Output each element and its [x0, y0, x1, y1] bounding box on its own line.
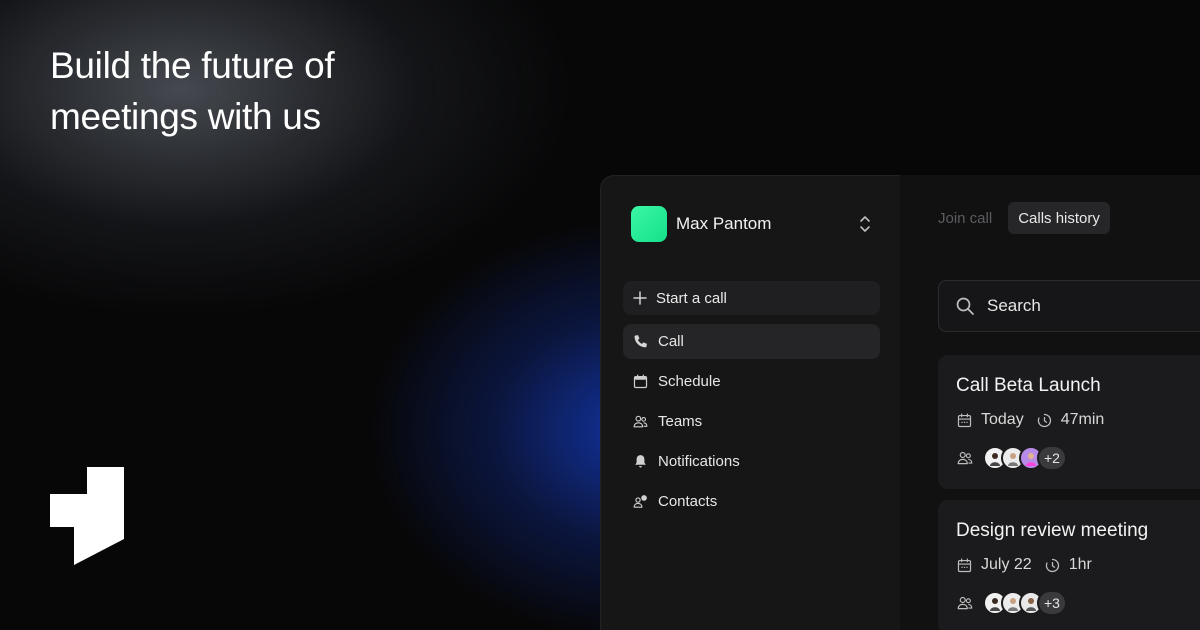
account-switcher[interactable]: Max Pantom — [631, 206, 871, 242]
account-avatar — [631, 206, 667, 242]
sidebar-item-contacts[interactable]: Contacts — [623, 484, 880, 519]
call-date: Today — [981, 411, 1024, 428]
sidebar-nav: Call Schedule Teams Notifications Contac… — [623, 324, 880, 519]
call-title: Call Beta Launch — [956, 375, 1101, 396]
sidebar-item-call[interactable]: Call — [623, 324, 880, 359]
call-meta: Today 47min — [956, 411, 1104, 429]
calendar-icon — [633, 374, 648, 389]
search-input[interactable] — [987, 296, 1187, 316]
chevron-updown-icon[interactable] — [859, 215, 871, 233]
bell-icon — [635, 455, 646, 468]
call-date: July 22 — [981, 556, 1032, 573]
call-meta: July 22 1hr — [956, 556, 1092, 574]
sidebar-item-label: Contacts — [658, 493, 718, 510]
more-participants-badge[interactable]: +3 — [1037, 590, 1067, 616]
main-panel: Join call Calls history Call Beta Launch… — [900, 175, 1200, 630]
sidebar: Max Pantom Start a call Call Schedule Te… — [600, 175, 900, 630]
start-call-label: Start a call — [656, 289, 727, 307]
more-participants-badge[interactable]: +2 — [1037, 445, 1067, 471]
call-title: Design review meeting — [956, 520, 1149, 541]
users-icon — [957, 451, 973, 465]
tab-bar: Join call Calls history — [938, 202, 1110, 234]
call-card[interactable]: Design review meeting July 22 1hr +3 — [938, 500, 1200, 630]
brand-logo-icon — [50, 467, 124, 565]
calendar-icon — [957, 413, 972, 427]
users-icon — [957, 596, 973, 610]
sidebar-item-label: Call — [658, 333, 684, 350]
hero-headline: Build the future of meetings with us — [50, 40, 470, 142]
hero-headline-line2: meetings with us — [50, 96, 321, 137]
hero-headline-line1: Build the future of — [50, 45, 335, 86]
search-box[interactable] — [938, 280, 1200, 332]
participants: +2 — [956, 445, 1067, 471]
sidebar-item-label: Notifications — [658, 453, 740, 470]
sidebar-item-schedule[interactable]: Schedule — [623, 364, 880, 399]
sidebar-item-label: Schedule — [658, 373, 721, 390]
calendar-icon — [957, 558, 972, 572]
start-call-button[interactable]: Start a call — [623, 281, 880, 315]
timer-icon — [1037, 413, 1051, 427]
call-duration: 1hr — [1068, 556, 1092, 573]
phone-icon — [634, 335, 647, 348]
tab-join-call[interactable]: Join call — [938, 202, 992, 234]
contacts-icon — [633, 495, 647, 508]
timer-icon — [1045, 558, 1059, 572]
sidebar-item-label: Teams — [658, 413, 703, 430]
participants: +3 — [956, 590, 1067, 616]
call-duration: 47min — [1060, 411, 1105, 428]
plus-icon — [633, 291, 647, 305]
tab-calls-history[interactable]: Calls history — [1008, 202, 1110, 234]
call-card[interactable]: Call Beta Launch Today 47min +2 — [938, 355, 1200, 489]
sidebar-item-notifications[interactable]: Notifications — [623, 444, 880, 479]
sidebar-item-teams[interactable]: Teams — [623, 404, 880, 439]
account-name: Max Pantom — [676, 214, 772, 233]
search-icon — [956, 297, 974, 315]
users-icon — [633, 415, 648, 428]
